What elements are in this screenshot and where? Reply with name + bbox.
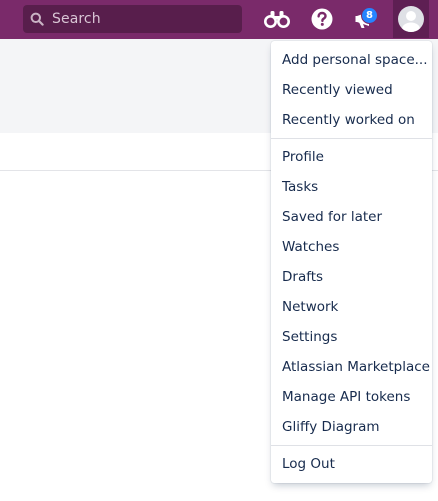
search-icon (30, 12, 44, 26)
profile-avatar-button[interactable] (393, 0, 429, 38)
menu-item-manage-api-tokens[interactable]: Manage API tokens (271, 382, 432, 412)
menu-item-watches[interactable]: Watches (271, 232, 432, 262)
binoculars-icon (264, 11, 290, 28)
binoculars-button[interactable] (263, 5, 291, 33)
avatar-icon (402, 11, 420, 32)
search-placeholder: Search (52, 11, 101, 27)
help-button[interactable] (309, 5, 335, 33)
menu-item-gliffy-diagram[interactable]: Gliffy Diagram (271, 412, 432, 442)
menu-item-atlassian-marketplace[interactable]: Atlassian Marketplace (271, 352, 432, 382)
menu-item-network[interactable]: Network (271, 292, 432, 322)
menu-item-profile[interactable]: Profile (271, 142, 432, 172)
search-input[interactable]: Search (23, 5, 242, 33)
menu-item-saved-for-later[interactable]: Saved for later (271, 202, 432, 232)
menu-separator (271, 138, 432, 139)
menu-item-log-out[interactable]: Log Out (271, 449, 432, 479)
menu-separator (271, 445, 432, 446)
menu-item-tasks[interactable]: Tasks (271, 172, 432, 202)
menu-item-settings[interactable]: Settings (271, 322, 432, 352)
notification-count-badge: 8 (361, 7, 378, 24)
profile-dropdown-menu: Add personal space... Recently viewed Re… (271, 41, 432, 483)
help-icon (311, 8, 333, 30)
menu-item-recently-worked-on[interactable]: Recently worked on (271, 105, 432, 135)
menu-item-recently-viewed[interactable]: Recently viewed (271, 75, 432, 105)
top-navigation-bar: Search 8 (0, 0, 438, 39)
menu-item-add-personal-space[interactable]: Add personal space... (271, 45, 432, 75)
avatar (398, 6, 424, 32)
menu-item-drafts[interactable]: Drafts (271, 262, 432, 292)
